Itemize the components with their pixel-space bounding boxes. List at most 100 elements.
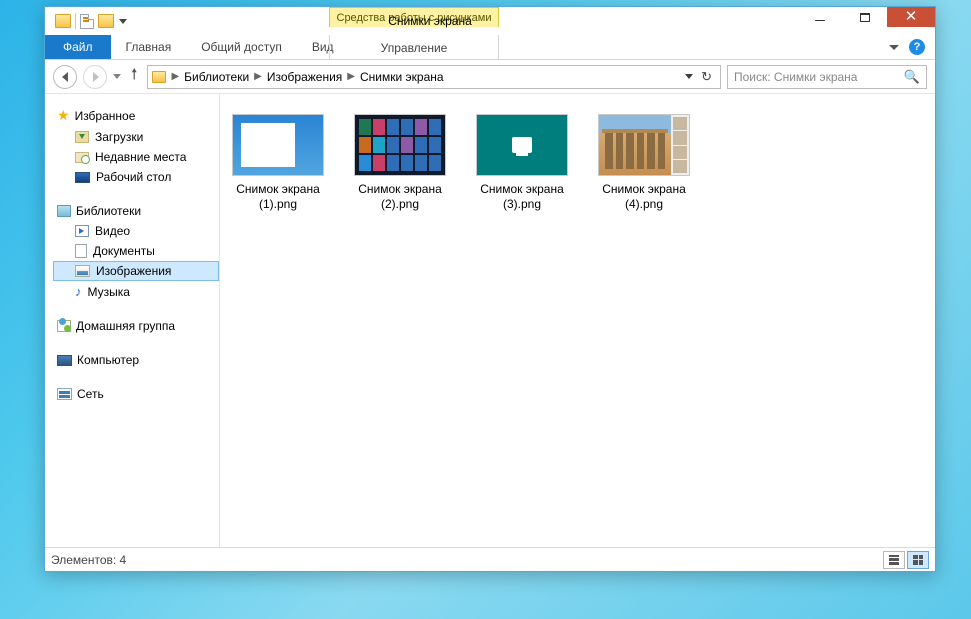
- back-button[interactable]: [53, 65, 77, 89]
- ribbon-collapse-icon[interactable]: [889, 45, 899, 50]
- minimize-icon: [815, 20, 825, 21]
- nav-homegroup[interactable]: Домашняя группа: [53, 316, 219, 336]
- nav-label: Изображения: [96, 264, 171, 278]
- maximize-icon: [860, 13, 870, 22]
- breadcrumb-pictures[interactable]: Изображения: [265, 70, 344, 84]
- qat-chevron-icon[interactable]: [119, 19, 127, 24]
- quick-access-toolbar: [49, 13, 133, 29]
- nav-item-music[interactable]: ♪ Музыка: [53, 281, 219, 302]
- address-bar[interactable]: ▶ Библиотеки ▶ Изображения ▶ Снимки экра…: [147, 65, 721, 89]
- file-item[interactable]: Снимок экрана (2).png: [352, 114, 448, 212]
- pictures-icon: [75, 265, 90, 277]
- nav-item-videos[interactable]: Видео: [53, 221, 219, 241]
- thumbnail: [476, 114, 568, 176]
- music-icon: ♪: [75, 284, 82, 299]
- content-pane[interactable]: Снимок экрана (1).png Снимок экрана (2).…: [220, 94, 935, 547]
- desktop-icon: [75, 172, 90, 183]
- status-bar: Элементов: 4: [45, 547, 935, 571]
- title-bar: Средства работы с рисунками Снимки экран…: [45, 7, 935, 35]
- explorer-window: Средства работы с рисунками Снимки экран…: [44, 6, 936, 572]
- nav-item-pictures[interactable]: Изображения: [53, 261, 219, 281]
- file-item[interactable]: Снимок экрана (3).png: [474, 114, 570, 212]
- nav-item-desktop[interactable]: Рабочий стол: [53, 167, 219, 187]
- nav-label: Домашняя группа: [76, 319, 175, 333]
- nav-label: Недавние места: [95, 150, 186, 164]
- nav-group-favorites: ★ Избранное Загрузки Недавние места Рабо…: [53, 104, 219, 187]
- arrow-left-icon: [62, 72, 68, 82]
- file-item[interactable]: Снимок экрана (4).png: [596, 114, 692, 212]
- grid-icon: [913, 555, 923, 565]
- computer-icon: [57, 355, 72, 366]
- file-name: Снимок экрана (1).png: [230, 182, 326, 212]
- minimize-button[interactable]: [797, 7, 842, 27]
- file-name: Снимок экрана (4).png: [596, 182, 692, 212]
- new-folder-icon[interactable]: [98, 14, 114, 28]
- nav-favorites[interactable]: ★ Избранное: [53, 104, 219, 127]
- folder-icon[interactable]: [55, 14, 71, 28]
- tab-home[interactable]: Главная: [111, 35, 187, 59]
- history-dropdown[interactable]: [113, 74, 121, 79]
- nav-label: Рабочий стол: [96, 170, 171, 184]
- address-dropdown-icon[interactable]: [685, 74, 693, 79]
- help-button[interactable]: ?: [909, 39, 925, 55]
- navigation-bar: 🠕 ▶ Библиотеки ▶ Изображения ▶ Снимки эк…: [45, 60, 935, 94]
- nav-group-network: Сеть: [53, 384, 219, 404]
- list-icon: [889, 555, 899, 565]
- nav-label: Документы: [93, 244, 155, 258]
- file-item[interactable]: Снимок экрана (1).png: [230, 114, 326, 212]
- star-icon: ★: [57, 107, 70, 124]
- nav-libraries[interactable]: Библиотеки: [53, 201, 219, 221]
- recent-icon: [75, 152, 89, 163]
- network-icon: [57, 388, 72, 400]
- crumb-chevron-icon[interactable]: ▶: [344, 71, 358, 82]
- search-input[interactable]: [734, 70, 904, 84]
- downloads-icon: [75, 131, 89, 143]
- picture-tools-label: Средства работы с рисунками: [329, 7, 499, 27]
- thumbnail: [232, 114, 324, 176]
- nav-label: Библиотеки: [76, 204, 141, 218]
- nav-network[interactable]: Сеть: [53, 384, 219, 404]
- separator: [75, 13, 76, 29]
- file-name: Снимок экрана (3).png: [474, 182, 570, 212]
- nav-item-documents[interactable]: Документы: [53, 241, 219, 261]
- close-button[interactable]: ✕: [887, 7, 935, 27]
- details-view-button[interactable]: [883, 551, 905, 569]
- nav-label: Сеть: [77, 387, 104, 401]
- close-icon: ✕: [905, 12, 918, 22]
- tab-manage[interactable]: Управление: [329, 35, 499, 60]
- window-controls: ✕: [797, 7, 935, 35]
- nav-computer[interactable]: Компьютер: [53, 350, 219, 370]
- crumb-chevron-icon[interactable]: ▶: [251, 71, 265, 82]
- nav-item-downloads[interactable]: Загрузки: [53, 127, 219, 147]
- nav-item-recent[interactable]: Недавние места: [53, 147, 219, 167]
- refresh-button[interactable]: ↻: [701, 69, 712, 85]
- thumbnail: [598, 114, 690, 176]
- breadcrumb-libraries[interactable]: Библиотеки: [182, 70, 251, 84]
- icons-view-button[interactable]: [907, 551, 929, 569]
- context-tab: Средства работы с рисунками: [329, 7, 499, 27]
- maximize-button[interactable]: [842, 7, 887, 27]
- properties-icon[interactable]: [80, 14, 94, 29]
- file-grid: Снимок экрана (1).png Снимок экрана (2).…: [230, 114, 935, 212]
- search-box[interactable]: 🔍: [727, 65, 927, 89]
- nav-group-homegroup: Домашняя группа: [53, 316, 219, 336]
- navigation-pane: ★ Избранное Загрузки Недавние места Рабо…: [45, 94, 220, 547]
- crumb-chevron-icon[interactable]: ▶: [168, 71, 182, 82]
- search-icon[interactable]: 🔍: [904, 69, 920, 85]
- thumbnail: [354, 114, 446, 176]
- item-count: Элементов: 4: [51, 553, 126, 567]
- tab-share[interactable]: Общий доступ: [186, 35, 297, 59]
- breadcrumb-screenshots[interactable]: Снимки экрана: [358, 70, 446, 84]
- nav-label: Избранное: [75, 109, 136, 123]
- arrow-right-icon: [93, 72, 99, 82]
- forward-button[interactable]: [83, 65, 107, 89]
- nav-label: Музыка: [88, 285, 130, 299]
- nav-label: Компьютер: [77, 353, 139, 367]
- tab-file[interactable]: Файл: [45, 35, 111, 59]
- file-name: Снимок экрана (2).png: [352, 182, 448, 212]
- view-mode-toggles: [883, 551, 929, 569]
- explorer-body: ★ Избранное Загрузки Недавние места Рабо…: [45, 94, 935, 547]
- location-folder-icon: [150, 71, 168, 83]
- up-button[interactable]: 🠕: [127, 64, 141, 89]
- videos-icon: [75, 225, 89, 237]
